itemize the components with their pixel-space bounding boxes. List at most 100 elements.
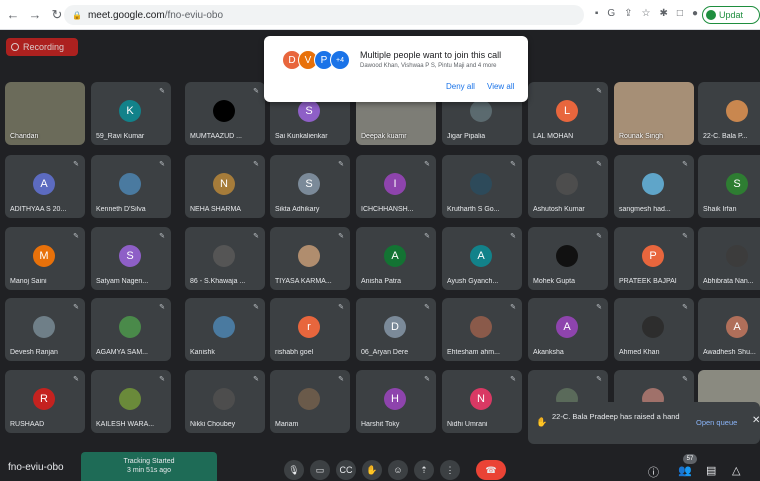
lock-icon[interactable]: 🔒 [72, 11, 82, 20]
present-screen-icon[interactable]: ⇡ [414, 460, 434, 480]
people-icon[interactable]: 👥 [678, 464, 692, 477]
participant-tile[interactable]: K ✎ 59_Ravi Kumar [91, 82, 171, 145]
activities-icon[interactable]: △ [732, 464, 740, 477]
participant-tile[interactable]: N ✎ Nidhi Umrani [442, 370, 522, 433]
participant-tile[interactable]: ✎ Ahmed Khan [614, 298, 694, 361]
participant-avatar: R [33, 388, 55, 410]
open-queue-button[interactable]: Open queue [696, 418, 737, 427]
chat-icon[interactable]: ▤ [706, 464, 716, 477]
participant-tile[interactable]: Rounak Singh [614, 82, 694, 145]
camera-icon[interactable]: ▭ [310, 460, 330, 480]
muted-mic-icon: ✎ [73, 304, 79, 311]
participant-tile[interactable]: ✎ Kanishk [185, 298, 265, 361]
participant-name: ADITHYAA S 20... [10, 206, 67, 213]
participant-tile[interactable]: R ✎ RUSHAAD [5, 370, 85, 433]
share-icon[interactable]: ⇪ [624, 8, 632, 19]
participant-tile[interactable]: ✎ Mariam [270, 370, 350, 433]
participant-avatar [726, 245, 748, 267]
raise-hand-icon[interactable]: ✋ [362, 460, 382, 480]
bookmark-star-icon[interactable]: ☆ [642, 8, 651, 19]
more-options-icon[interactable]: ⋮ [440, 460, 460, 480]
participant-avatar [119, 173, 141, 195]
participant-tile[interactable]: M ✎ Manoj Saini [5, 227, 85, 290]
participant-tile[interactable]: A ✎ Ayush Gyanch... [442, 227, 522, 290]
participant-avatar [556, 173, 578, 195]
muted-mic-icon: ✎ [338, 304, 344, 311]
participant-tile[interactable]: ✎ 86 - S.Khawaja ... [185, 227, 265, 290]
camera-blocked-icon[interactable]: ▪ [595, 8, 599, 19]
participant-tile[interactable]: ✎ sangmesh had... [614, 155, 694, 218]
participant-tile[interactable]: S ✎ Satyam Nagen... [91, 227, 171, 290]
participant-name: PRATEEK BAJPAI [619, 278, 677, 285]
meeting-code: fno-eviu-obo [8, 462, 64, 473]
participant-tile[interactable]: A ✎ Anisha Patra [356, 227, 436, 290]
participant-tile[interactable]: ✎ Mohek Gupta [528, 227, 608, 290]
participant-tile[interactable]: A ✎ Akanksha [528, 298, 608, 361]
captions-icon[interactable]: CC [336, 460, 356, 480]
participant-tile[interactable]: ✎ Ashutosh Kumar [528, 155, 608, 218]
participant-avatar [213, 316, 235, 338]
participant-avatar: D [384, 316, 406, 338]
participant-tile[interactable]: D ✎ 06_Aryan Dere [356, 298, 436, 361]
tab-search-icon[interactable]: □ [677, 8, 683, 19]
participant-tile[interactable]: r ✎ rishabh goel [270, 298, 350, 361]
microphone-icon[interactable]: 🎙 [284, 460, 304, 480]
participant-tile[interactable]: ✎ KAILESH WARA... [91, 370, 171, 433]
participant-tile[interactable]: ✎Abhibrata Nan... [698, 227, 760, 290]
profile-avatar-icon[interactable]: ● [692, 8, 698, 19]
end-call-button[interactable]: ☎ [476, 460, 506, 480]
emoji-icon[interactable]: ☺ [388, 460, 408, 480]
participant-tile[interactable]: ✎ Devesh Ranjan [5, 298, 85, 361]
participant-tile[interactable]: ✎ Krutharth S Go... [442, 155, 522, 218]
participant-avatar: K [119, 100, 141, 122]
participant-tile[interactable]: ✎ Nikki Choubey [185, 370, 265, 433]
participant-name: Deepak kuamr [361, 133, 407, 140]
participant-name: 06_Aryan Dere [361, 349, 409, 356]
participant-avatar [470, 100, 492, 122]
participant-tile[interactable]: ✎ TIYASA KARMA... [270, 227, 350, 290]
participant-tile[interactable]: ✎ MUMTAAZUD ... [185, 82, 265, 145]
participant-tile[interactable]: S ✎ Sikta Adhikary [270, 155, 350, 218]
participant-name: Nidhi Umrani [447, 421, 488, 428]
participant-avatar: N [470, 388, 492, 410]
participant-tile[interactable]: ✎ AGAMYA SAM... [91, 298, 171, 361]
back-icon[interactable]: ← [4, 6, 22, 24]
participant-name: Abhibrata Nan... [703, 278, 754, 285]
url-host: meet.google.com [87, 9, 165, 21]
update-button[interactable]: Updat [702, 6, 760, 24]
recording-label: Recording [23, 42, 65, 52]
participant-tile[interactable]: A ✎ ADITHYAA S 20... [5, 155, 85, 218]
muted-mic-icon: ✎ [682, 233, 688, 240]
participant-avatar [213, 100, 235, 122]
participant-tile[interactable]: S✎Shaik Irfan [698, 155, 760, 218]
join-request-notification: D V P +4 Multiple people want to join this … [264, 36, 528, 102]
participant-tile[interactable]: ✎ Ehtesham ahm... [442, 298, 522, 361]
forward-icon[interactable]: → [26, 6, 44, 24]
participant-name: Shaik Irfan [703, 206, 737, 213]
participant-avatar: A [470, 245, 492, 267]
participant-tile[interactable]: L ✎ LAL MOHAN [528, 82, 608, 145]
muted-mic-icon: ✎ [159, 304, 165, 311]
participant-tile[interactable]: Chandan [5, 82, 85, 145]
participant-name: rishabh goel [275, 349, 314, 356]
extensions-puzzle-icon[interactable]: ✱ [660, 8, 668, 19]
participant-tile[interactable]: ✎22-C. Bala P... [698, 82, 760, 145]
recording-badge[interactable]: Recording [6, 38, 78, 56]
view-all-button[interactable]: View all [487, 82, 514, 91]
info-icon[interactable]: ⓘ [648, 464, 659, 480]
participant-avatar [33, 316, 55, 338]
deny-all-button[interactable]: Deny all [446, 82, 475, 91]
participant-tile[interactable]: P ✎ PRATEEK BAJPAI [614, 227, 694, 290]
google-icon[interactable]: G [607, 8, 615, 19]
participant-tile[interactable]: H ✎ Harshit Toky [356, 370, 436, 433]
participant-avatar: S [298, 173, 320, 195]
muted-mic-icon: ✎ [338, 233, 344, 240]
participant-tile[interactable]: N ✎ NEHA SHARMA [185, 155, 265, 218]
close-icon[interactable]: ✕ [752, 415, 760, 426]
participant-tile[interactable]: I ✎ ICHCHHANSH... [356, 155, 436, 218]
participant-tile[interactable]: ✎ Kenneth D'Silva [91, 155, 171, 218]
url-path: /fno-eviu-obo [164, 9, 224, 21]
address-bar[interactable]: 🔒 meet.google.com/fno-eviu-obo [64, 5, 584, 25]
muted-mic-icon: ✎ [682, 376, 688, 383]
participant-tile[interactable]: A✎Awadhesh Shu... [698, 298, 760, 361]
